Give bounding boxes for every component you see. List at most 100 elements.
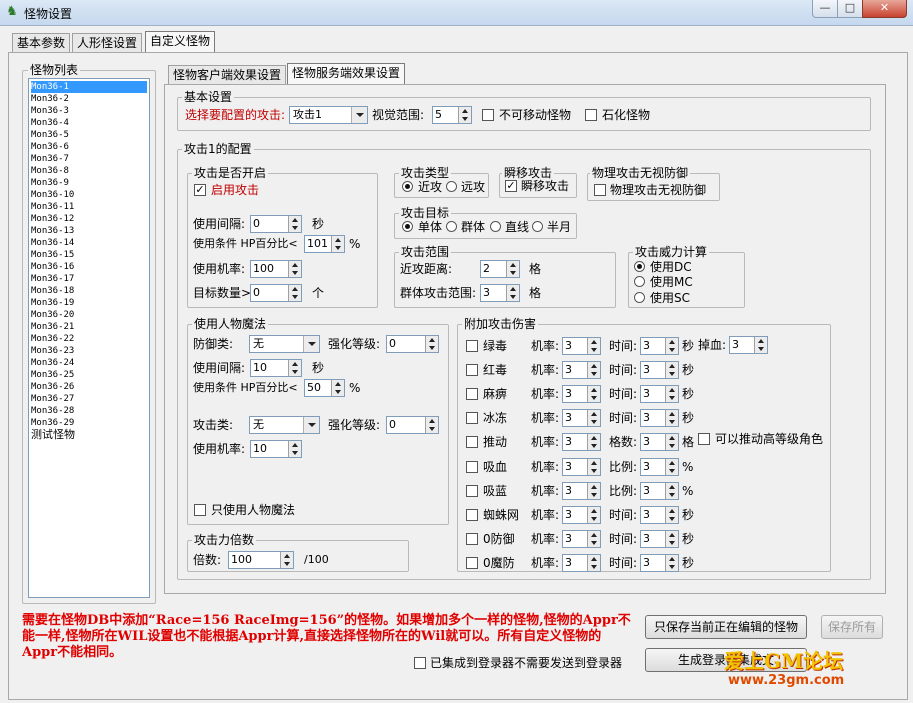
attack-select[interactable]: 攻击1 — [289, 106, 368, 124]
magic-interval-stepper[interactable]: 10 — [250, 359, 302, 377]
extra-damage-checkbox[interactable] — [466, 340, 478, 352]
use-sc-radio[interactable] — [634, 292, 645, 303]
spin-arrows-icon[interactable] — [587, 531, 600, 547]
spin-arrows-icon[interactable] — [665, 555, 678, 571]
spin-arrows-icon[interactable] — [280, 552, 293, 568]
extra-param-stepper[interactable]: 3 — [640, 554, 679, 572]
list-item[interactable]: Mon36-22 — [31, 333, 147, 345]
extra-param-stepper[interactable]: 3 — [640, 506, 679, 524]
interval-stepper[interactable]: 0 — [250, 215, 302, 233]
list-item[interactable]: Mon36-13 — [31, 225, 147, 237]
monster-listbox[interactable]: Mon36-1 Mon36-2 Mon36-3 Mon36-4 Mon36-5 … — [28, 78, 150, 598]
spin-arrows-icon[interactable] — [587, 507, 600, 523]
extra-param-stepper[interactable]: 3 — [640, 433, 679, 451]
list-item[interactable]: Mon36-24 — [31, 357, 147, 369]
list-item[interactable]: Mon36-14 — [31, 237, 147, 249]
spin-arrows-icon[interactable] — [458, 107, 471, 123]
extra-rate-stepper[interactable]: 3 — [562, 506, 601, 524]
extra-damage-checkbox[interactable] — [466, 388, 478, 400]
extra-param-stepper[interactable]: 3 — [640, 361, 679, 379]
list-item[interactable]: Mon36-19 — [31, 297, 147, 309]
extra-damage-checkbox[interactable] — [466, 485, 478, 497]
spin-arrows-icon[interactable] — [288, 360, 301, 376]
list-item[interactable]: Mon36-26 — [31, 381, 147, 393]
list-item[interactable]: Mon36-6 — [31, 141, 147, 153]
save-all-button[interactable]: 保存所有 — [821, 615, 883, 639]
spin-arrows-icon[interactable] — [665, 410, 678, 426]
halfmoon-target-radio[interactable] — [532, 221, 543, 232]
list-item[interactable]: 测试怪物 — [31, 429, 147, 441]
chevron-down-icon[interactable] — [303, 336, 319, 352]
blink-attack-checkbox[interactable]: ✓ — [505, 180, 517, 192]
spin-arrows-icon[interactable] — [665, 434, 678, 450]
ranged-radio[interactable] — [446, 181, 457, 192]
list-item[interactable]: Mon36-28 — [31, 405, 147, 417]
group-range-stepper[interactable]: 3 — [480, 284, 520, 302]
tab-humanoid[interactable]: 人形怪设置 — [72, 33, 143, 53]
extra-param-stepper[interactable]: 3 — [640, 385, 679, 403]
extra-rate-stepper[interactable]: 3 — [562, 409, 601, 427]
list-item[interactable]: Mon36-3 — [31, 105, 147, 117]
defense-magic-select[interactable]: 无 — [249, 335, 320, 353]
integrated-checkbox[interactable] — [414, 657, 426, 669]
list-item[interactable]: Mon36-5 — [31, 129, 147, 141]
extra-damage-checkbox[interactable] — [466, 461, 478, 473]
spin-arrows-icon[interactable] — [288, 285, 301, 301]
list-item[interactable]: Mon36-21 — [31, 321, 147, 333]
extra-damage-checkbox[interactable] — [466, 557, 478, 569]
ignore-defense-checkbox[interactable] — [594, 184, 606, 196]
list-item[interactable]: Mon36-18 — [31, 285, 147, 297]
view-range-stepper[interactable]: 5 — [432, 106, 472, 124]
push-high-level-checkbox[interactable] — [698, 433, 710, 445]
immovable-checkbox[interactable] — [482, 109, 494, 121]
spin-arrows-icon[interactable] — [587, 386, 600, 402]
list-item[interactable]: Mon36-12 — [31, 213, 147, 225]
spin-arrows-icon[interactable] — [288, 261, 301, 277]
list-item[interactable]: Mon36-4 — [31, 117, 147, 129]
chevron-down-icon[interactable] — [351, 107, 367, 123]
spin-arrows-icon[interactable] — [425, 336, 438, 352]
extra-param-stepper[interactable]: 3 — [640, 530, 679, 548]
list-item[interactable]: Mon36-8 — [31, 165, 147, 177]
use-mc-radio[interactable] — [634, 276, 645, 287]
extra-rate-stepper[interactable]: 3 — [562, 433, 601, 451]
line-target-radio[interactable] — [490, 221, 501, 232]
list-item[interactable]: Mon36-20 — [31, 309, 147, 321]
extra-rate-stepper[interactable]: 3 — [562, 458, 601, 476]
spin-arrows-icon[interactable] — [665, 507, 678, 523]
attack-magic-select[interactable]: 无 — [249, 416, 320, 434]
use-dc-radio[interactable] — [634, 261, 645, 272]
tab-client-effects[interactable]: 怪物客户端效果设置 — [168, 65, 287, 85]
spin-arrows-icon[interactable] — [754, 337, 767, 353]
tab-server-effects[interactable]: 怪物服务端效果设置 — [287, 63, 406, 85]
list-item[interactable]: Mon36-23 — [31, 345, 147, 357]
rate-stepper[interactable]: 100 — [250, 260, 302, 278]
close-button[interactable]: ✕ — [862, 0, 907, 18]
extra-param-stepper[interactable]: 3 — [640, 458, 679, 476]
extra-damage-checkbox[interactable] — [466, 533, 478, 545]
list-item[interactable]: Mon36-7 — [31, 153, 147, 165]
spin-arrows-icon[interactable] — [665, 338, 678, 354]
enhance-level-stepper-1[interactable]: 0 — [386, 335, 439, 353]
spin-arrows-icon[interactable] — [665, 459, 678, 475]
spin-arrows-icon[interactable] — [587, 338, 600, 354]
list-item[interactable]: Mon36-15 — [31, 249, 147, 261]
save-current-button[interactable]: 只保存当前正在编辑的怪物 — [645, 615, 807, 639]
spin-arrows-icon[interactable] — [587, 410, 600, 426]
extra-damage-checkbox[interactable] — [466, 364, 478, 376]
extra-rate-stepper[interactable]: 3 — [562, 385, 601, 403]
enable-attack-checkbox[interactable]: ✓ — [194, 184, 206, 196]
minimize-button[interactable]: — — [812, 0, 838, 18]
spin-arrows-icon[interactable] — [665, 386, 678, 402]
spin-arrows-icon[interactable] — [587, 483, 600, 499]
spin-arrows-icon[interactable] — [665, 483, 678, 499]
single-target-radio[interactable] — [402, 221, 413, 232]
list-item[interactable]: Mon36-27 — [31, 393, 147, 405]
list-item[interactable]: Mon36-17 — [31, 273, 147, 285]
spin-arrows-icon[interactable] — [587, 434, 600, 450]
extra-param-stepper[interactable]: 3 — [640, 337, 679, 355]
extra-rate-stepper[interactable]: 3 — [562, 361, 601, 379]
extra-damage-checkbox[interactable] — [466, 509, 478, 521]
only-human-magic-checkbox[interactable] — [194, 504, 206, 516]
spin-arrows-icon[interactable] — [425, 417, 438, 433]
